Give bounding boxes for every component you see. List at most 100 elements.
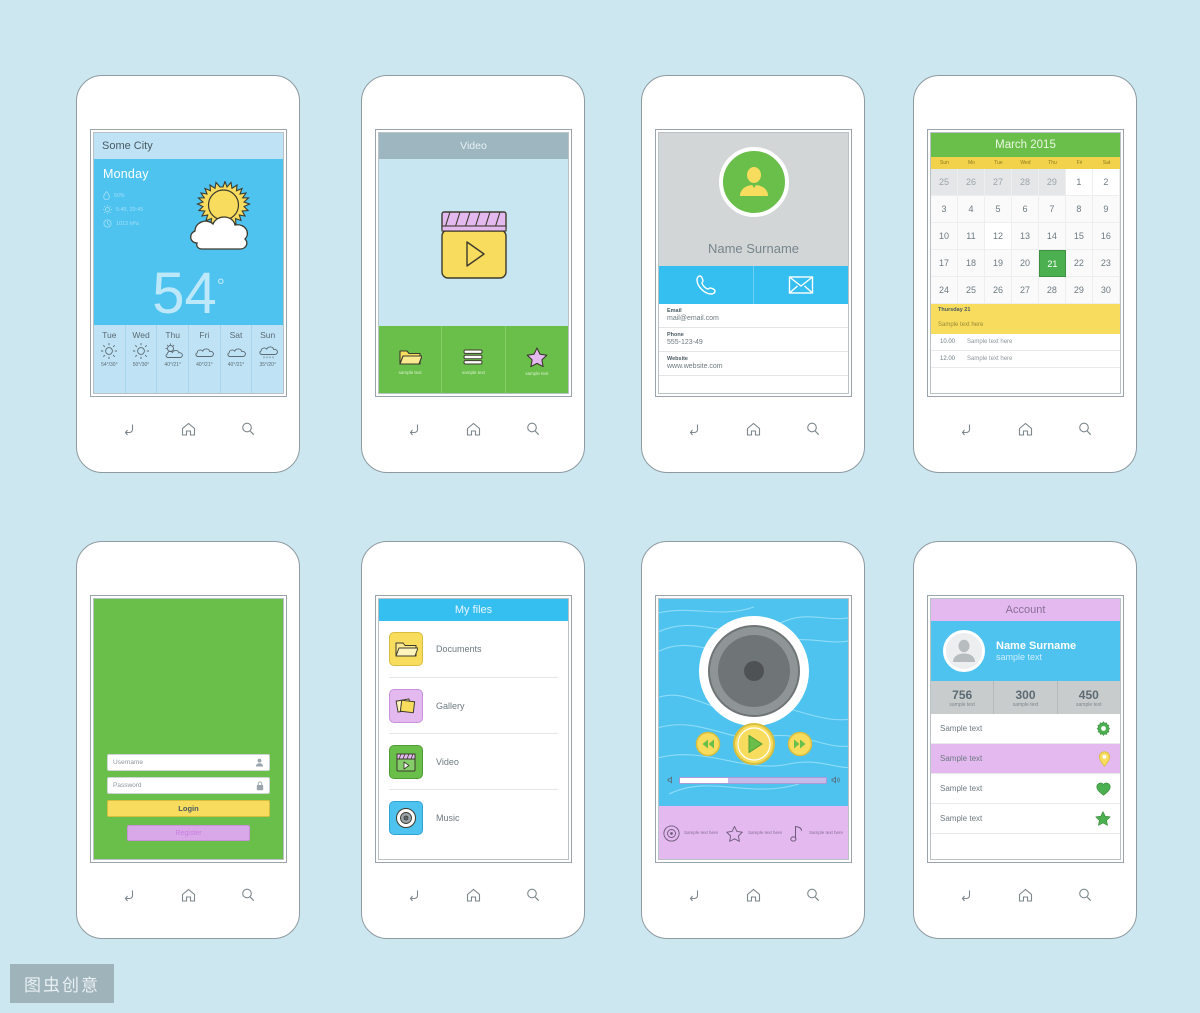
calendar-day[interactable]: 8 xyxy=(1065,196,1093,223)
clapperboard-play-icon[interactable] xyxy=(434,204,514,282)
calendar-day[interactable]: 24 xyxy=(931,277,958,304)
calendar-day[interactable]: 2 xyxy=(1092,169,1120,196)
back-arrow-icon[interactable] xyxy=(406,421,422,437)
calendar-day[interactable]: 28 xyxy=(1011,169,1039,196)
calendar-event-row[interactable]: 10.00 Sample text here xyxy=(931,334,1120,351)
back-arrow-icon[interactable] xyxy=(958,887,974,903)
file-item-music[interactable]: Music xyxy=(389,789,558,845)
calendar-event-row[interactable]: 12.00 Sample text here xyxy=(931,351,1120,368)
calendar-day[interactable]: 14 xyxy=(1038,223,1066,250)
calendar-day[interactable]: 16 xyxy=(1092,223,1120,250)
home-icon[interactable] xyxy=(180,421,197,437)
contact-field-website[interactable]: Website www.website.com xyxy=(659,352,848,376)
search-icon[interactable] xyxy=(805,421,821,437)
home-icon[interactable] xyxy=(465,887,482,903)
email-button[interactable] xyxy=(753,266,848,304)
tab-album[interactable]: Sample text here xyxy=(659,806,722,859)
tab-favourites[interactable]: Sample text here xyxy=(722,806,785,859)
search-icon[interactable] xyxy=(240,887,256,903)
calendar-day[interactable]: 20 xyxy=(1011,250,1039,277)
password-field[interactable]: Password xyxy=(107,777,270,794)
calendar-day[interactable]: 29 xyxy=(1065,277,1093,304)
forecast-cell[interactable]: Thu 40°/21° xyxy=(156,325,188,393)
volume-slider[interactable] xyxy=(667,776,840,784)
username-field[interactable]: Username xyxy=(107,754,270,771)
home-icon[interactable] xyxy=(1017,421,1034,437)
back-arrow-icon[interactable] xyxy=(686,887,702,903)
search-icon[interactable] xyxy=(1077,887,1093,903)
login-button[interactable]: Login xyxy=(107,800,270,817)
back-arrow-icon[interactable] xyxy=(958,421,974,437)
volume-track[interactable] xyxy=(679,776,827,784)
calendar-day[interactable]: 22 xyxy=(1065,250,1093,277)
forecast-cell[interactable]: Fri 40°/21° xyxy=(188,325,220,393)
calendar-day[interactable]: 23 xyxy=(1092,250,1120,277)
calendar-day[interactable]: 15 xyxy=(1065,223,1093,250)
calendar-day[interactable]: 21 xyxy=(1038,250,1066,277)
call-button[interactable] xyxy=(659,266,753,304)
calendar-day[interactable]: 6 xyxy=(1011,196,1039,223)
search-icon[interactable] xyxy=(1077,421,1093,437)
search-icon[interactable] xyxy=(525,421,541,437)
calendar-day[interactable]: 29 xyxy=(1038,169,1066,196)
home-icon[interactable] xyxy=(745,887,762,903)
register-button[interactable]: Register xyxy=(127,825,250,841)
calendar-day[interactable]: 19 xyxy=(984,250,1012,277)
calendar-day[interactable]: 7 xyxy=(1038,196,1066,223)
tab-favourites[interactable]: sample text xyxy=(504,326,568,393)
stat-item[interactable]: 450 sample text xyxy=(1056,681,1120,714)
file-item-documents[interactable]: Documents xyxy=(379,621,568,677)
account-row-favourites[interactable]: Sample text xyxy=(931,774,1120,804)
home-icon[interactable] xyxy=(465,421,482,437)
calendar-day[interactable]: 10 xyxy=(931,223,958,250)
file-item-video[interactable]: Video xyxy=(389,733,558,789)
calendar-day[interactable]: 30 xyxy=(1092,277,1120,304)
calendar-day[interactable]: 3 xyxy=(931,196,958,223)
stat-item[interactable]: 756 sample text xyxy=(931,681,993,714)
account-row-starred[interactable]: Sample text xyxy=(931,804,1120,834)
contact-field-phone[interactable]: Phone 555-123-49 xyxy=(659,328,848,352)
calendar-day[interactable]: 4 xyxy=(957,196,985,223)
calendar-day[interactable]: 5 xyxy=(984,196,1012,223)
back-arrow-icon[interactable] xyxy=(121,421,137,437)
home-icon[interactable] xyxy=(180,887,197,903)
calendar-day[interactable]: 27 xyxy=(1011,277,1039,304)
calendar-day[interactable]: 28 xyxy=(1038,277,1066,304)
forecast-cell[interactable]: Tue 54°/30° xyxy=(94,325,125,393)
back-arrow-icon[interactable] xyxy=(686,421,702,437)
calendar-day[interactable]: 25 xyxy=(931,169,958,196)
calendar-day[interactable]: 25 xyxy=(957,277,985,304)
calendar-day[interactable]: 13 xyxy=(1011,223,1039,250)
file-item-gallery[interactable]: Gallery xyxy=(389,677,558,733)
back-arrow-icon[interactable] xyxy=(406,887,422,903)
calendar-day[interactable]: 26 xyxy=(984,277,1012,304)
calendar-day[interactable]: 11 xyxy=(957,223,985,250)
forecast-cell[interactable]: Wed 50°/30° xyxy=(124,325,157,393)
calendar-day[interactable]: 17 xyxy=(931,250,958,277)
back-arrow-icon[interactable] xyxy=(121,887,137,903)
tab-folder[interactable]: sample text xyxy=(379,326,441,393)
home-icon[interactable] xyxy=(745,421,762,437)
rewind-icon[interactable] xyxy=(695,731,721,757)
calendar-day[interactable]: 18 xyxy=(957,250,985,277)
phone-icon xyxy=(696,275,716,295)
forecast-cell[interactable]: Sat 40°/21° xyxy=(219,325,252,393)
fast-forward-icon[interactable] xyxy=(787,731,813,757)
tab-list[interactable]: sample text xyxy=(441,326,504,393)
calendar-day[interactable]: 27 xyxy=(984,169,1012,196)
search-icon[interactable] xyxy=(525,887,541,903)
stat-item[interactable]: 300 sample text xyxy=(993,681,1056,714)
account-row-location[interactable]: Sample text xyxy=(931,744,1120,774)
search-icon[interactable] xyxy=(240,421,256,437)
calendar-day[interactable]: 9 xyxy=(1092,196,1120,223)
forecast-cell[interactable]: Sun 35°/20° xyxy=(251,325,283,393)
tab-tracks[interactable]: Sample text here xyxy=(785,806,848,859)
search-icon[interactable] xyxy=(805,887,821,903)
calendar-day[interactable]: 1 xyxy=(1065,169,1093,196)
contact-field-email[interactable]: Email mail@email.com xyxy=(659,304,848,328)
calendar-day[interactable]: 12 xyxy=(984,223,1012,250)
home-icon[interactable] xyxy=(1017,887,1034,903)
calendar-day[interactable]: 26 xyxy=(957,169,985,196)
account-row-settings[interactable]: Sample text xyxy=(931,714,1120,744)
play-icon[interactable] xyxy=(732,722,776,766)
